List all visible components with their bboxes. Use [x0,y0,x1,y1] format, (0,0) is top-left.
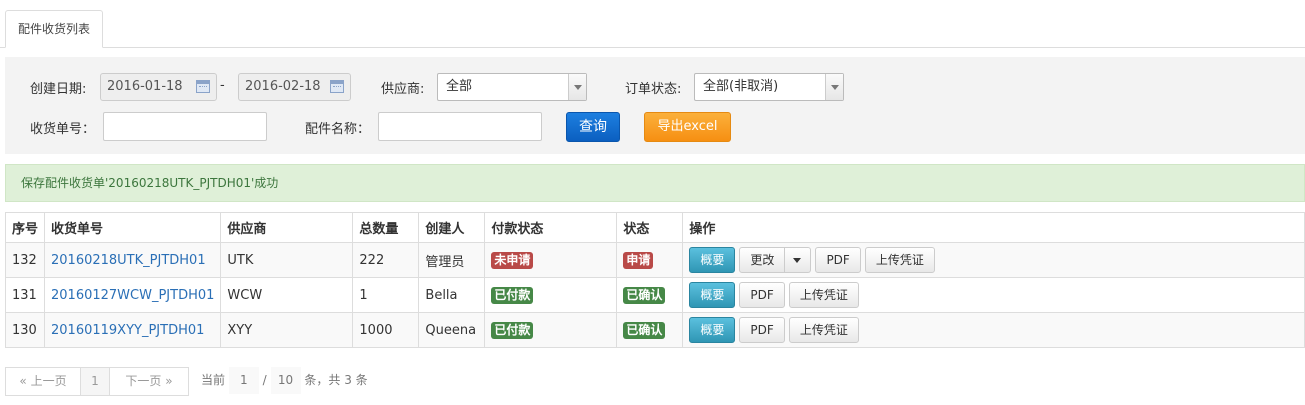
cell-creator: Bella [418,277,486,313]
order-status-label: 订单状态: [625,82,682,97]
page-info: 当前 1 / 10 条，共 3 条 [201,367,368,396]
page-info-suffix: 条，共 3 条 [304,373,368,387]
chevron-down-icon[interactable] [568,74,586,100]
supplier-select[interactable]: 全部 [437,73,587,101]
pay-status-badge: 未申请 [491,251,534,269]
current-page-button[interactable]: 1 [80,367,110,396]
cell-qty: 1 [352,277,420,313]
cell-qty: 222 [352,242,420,278]
export-excel-button[interactable]: 导出excel [644,112,731,142]
receipt-no-link[interactable]: 20160218UTK_PJTDH01 [51,253,206,268]
pdf-button[interactable]: PDF [739,282,785,308]
next-page-button[interactable]: 下一页 » [109,367,189,396]
supplier-label: 供应商: [381,82,425,97]
receipt-no-link[interactable]: 20160119XYY_PJTDH01 [51,323,204,338]
success-alert: 保存配件收货单'20160218UTK_PJTDH01'成功 [5,164,1305,202]
col-header-seq: 序号 [5,212,45,243]
cell-qty: 1000 [352,312,420,348]
cell-creator: Queena [418,312,486,348]
date-separator: - [220,78,225,93]
receipt-no-link[interactable]: 20160127WCW_PJTDH01 [51,288,214,303]
summary-button[interactable]: 概要 [689,247,736,273]
table-row: 132 20160218UTK_PJTDH01 UTK 222 管理员 未申请 … [5,242,1305,278]
table-row: 131 20160127WCW_PJTDH01 WCW 1 Bella 已付款 … [5,277,1305,313]
page-slash: / [262,373,267,387]
status-badge: 已确认 [623,286,666,304]
receipt-table: 序号 收货单号 供应商 总数量 创建人 付款状态 状态 操作 132 20160… [5,212,1305,348]
order-status-select[interactable]: 全部(非取消) [694,73,844,101]
page-number-input[interactable]: 1 [228,367,259,394]
upload-voucher-button[interactable]: 上传凭证 [788,317,859,343]
pdf-button[interactable]: PDF [739,317,785,343]
col-header-supplier: 供应商 [220,212,354,243]
col-header-creator: 创建人 [418,212,486,243]
cell-supplier: WCW [220,277,354,313]
upload-voucher-button[interactable]: 上传凭证 [788,282,859,308]
col-header-qty: 总数量 [352,212,420,243]
table-row: 130 20160119XYY_PJTDH01 XYY 1000 Queena … [5,312,1305,348]
cell-seq: 132 [5,242,45,278]
pdf-button[interactable]: PDF [815,247,861,273]
col-header-receipt-no: 收货单号 [43,212,222,243]
date-from-value: 2016-01-18 [107,79,183,94]
order-status-select-value: 全部(非取消) [703,79,779,94]
cell-supplier: UTK [220,242,354,278]
filter-panel: 创建日期: 2016-01-18 - 2016-02-18 供应商: 全部 订单… [5,57,1305,154]
chevron-down-icon[interactable] [825,74,843,100]
upload-voucher-button[interactable]: 上传凭证 [864,247,935,273]
prev-page-button[interactable]: « 上一页 [5,367,81,396]
receipt-no-label: 收货单号： [30,122,96,137]
page-size-input[interactable]: 10 [270,367,301,394]
cell-supplier: XYY [220,312,354,348]
chevron-down-icon[interactable] [785,247,812,273]
col-header-status: 状态 [616,212,684,243]
summary-button[interactable]: 概要 [689,317,736,343]
col-header-actions: 操作 [682,212,1305,243]
cell-seq: 130 [5,312,45,348]
summary-button[interactable]: 概要 [689,282,736,308]
pay-status-badge: 已付款 [491,321,534,339]
tab-bar: 配件收货列表 [0,0,1305,48]
page-info-prefix: 当前 [201,373,226,387]
cell-seq: 131 [5,277,45,313]
part-name-label: 配件名称： [305,122,371,137]
col-header-pay-status: 付款状态 [484,212,618,243]
date-from-field[interactable]: 2016-01-18 [100,73,217,101]
table-header-row: 序号 收货单号 供应商 总数量 创建人 付款状态 状态 操作 [5,212,1305,243]
status-badge: 申请 [623,251,654,269]
cell-creator: 管理员 [418,242,486,278]
edit-button[interactable]: 更改 [739,247,786,273]
search-button[interactable]: 查询 [566,112,620,142]
date-to-field[interactable]: 2016-02-18 [238,73,351,101]
pay-status-badge: 已付款 [491,286,534,304]
calendar-icon[interactable] [196,80,210,93]
receipt-no-input[interactable] [103,112,267,141]
part-name-input[interactable] [378,112,542,141]
edit-button-group: 更改 [739,247,812,273]
supplier-select-value: 全部 [446,79,473,94]
status-badge: 已确认 [623,321,666,339]
tab-parts-receipt-list[interactable]: 配件收货列表 [5,10,104,48]
date-to-value: 2016-02-18 [245,79,321,94]
calendar-icon[interactable] [330,80,344,93]
created-date-label: 创建日期: [30,82,87,97]
